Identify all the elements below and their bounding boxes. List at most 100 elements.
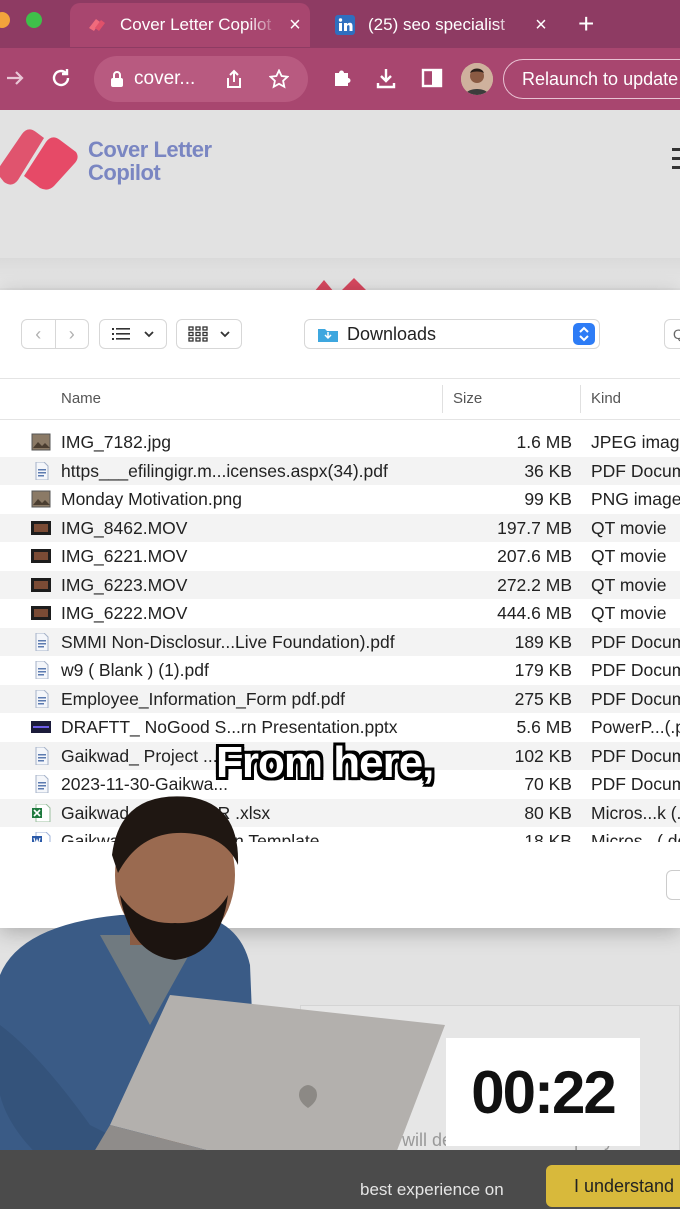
file-kind: PDF Document (591, 774, 680, 794)
file-row[interactable]: IMG_6221.MOV 207.6 MB QT movie (0, 542, 680, 571)
image-file-icon (31, 490, 51, 508)
file-row[interactable]: IMG_7182.jpg 1.6 MB JPEG image (0, 428, 680, 457)
chevron-down-icon (220, 331, 230, 338)
tab-title: (25) seo specialist (368, 15, 506, 34)
video-caption: From here, (216, 738, 434, 787)
file-kind: QT movie (591, 574, 667, 595)
downloads-folder-icon (318, 328, 338, 342)
file-name: Monday Motivation.png (61, 489, 242, 509)
cookie-accept-button[interactable]: I understand (546, 1165, 680, 1207)
dialog-footer-button[interactable] (666, 870, 680, 900)
download-icon[interactable] (372, 62, 400, 94)
profile-avatar[interactable] (461, 63, 493, 95)
column-header-size[interactable]: Size (453, 390, 482, 407)
pdf-file-icon (31, 461, 51, 480)
file-row[interactable]: w9 ( Blank ) (1).pdf 179 KB PDF Document (0, 656, 680, 685)
minimize-window-button[interactable] (0, 12, 10, 28)
file-row[interactable]: IMG_8462.MOV 197.7 MB QT movie (0, 513, 680, 542)
file-name: IMG_6223.MOV (61, 574, 188, 595)
movie-file-icon (31, 576, 51, 594)
list-view-button[interactable] (99, 319, 167, 349)
cookie-consent-text: best experience on (360, 1180, 504, 1199)
image-file-icon (31, 433, 51, 451)
linkedin-favicon-icon (335, 15, 355, 35)
pdf-file-icon (31, 774, 51, 794)
pdf-file-icon (31, 632, 51, 651)
file-name: 2023-11-30-Gaikwa... (61, 774, 228, 794)
file-size: 179 KB (514, 660, 572, 680)
column-header-name[interactable]: Name (61, 390, 101, 407)
file-kind: PDF Document (591, 745, 680, 766)
file-kind: Micros...(.docx) (591, 831, 680, 842)
file-row[interactable]: SMMI Non-Disclosur...Live Foundation).pd… (0, 627, 680, 656)
file-kind: PNG image (591, 489, 680, 509)
file-name: IMG_6222.MOV (61, 603, 188, 623)
hamburger-menu-icon[interactable] (672, 148, 680, 170)
file-size: 189 KB (514, 631, 572, 652)
file-size: 5.6 MB (516, 717, 572, 737)
file-row[interactable]: Monday Motivation.png 99 KB PNG image (0, 485, 680, 514)
movie-file-icon (31, 604, 51, 622)
back-forward-buttons: ‹ › (21, 319, 89, 349)
file-kind: QT movie (591, 517, 667, 538)
file-size: 275 KB (514, 688, 572, 709)
file-size: 272.2 MB (497, 574, 572, 595)
grid-view-button[interactable] (176, 319, 242, 349)
grid-view-icon (188, 326, 208, 342)
file-kind: QT movie (591, 546, 667, 566)
location-popup[interactable]: Downloads (304, 319, 600, 349)
forward-arrow-icon[interactable] (0, 62, 30, 94)
file-name: IMG_8462.MOV (61, 517, 188, 538)
file-name: https___efilingigr.m...icenses.aspx(34).… (61, 460, 388, 481)
relaunch-to-update-button[interactable]: Relaunch to update (503, 59, 680, 99)
location-name: Downloads (347, 323, 437, 344)
file-name: DRAFTT_ NoGood S...rn Presentation.pptx (61, 717, 398, 737)
extensions-puzzle-icon[interactable] (328, 62, 356, 94)
pdf-file-icon (31, 746, 51, 765)
file-row[interactable]: IMG_6223.MOV 272.2 MB QT movie (0, 570, 680, 599)
file-name: SMMI Non-Disclosur...Live Foundation).pd… (61, 631, 395, 652)
file-row[interactable]: Employee_Information_Form pdf.pdf 275 KB P… (0, 684, 680, 713)
search-field[interactable]: Q (664, 319, 680, 349)
logo-line-1: Cover Letter (88, 137, 212, 162)
file-name: Gaikwad_ Project ... (61, 745, 218, 766)
cover-letter-copilot-logo-icon (0, 129, 78, 190)
file-row[interactable]: IMG_6222.MOV 444.6 MB QT movie (0, 599, 680, 628)
file-size: 1.6 MB (516, 432, 572, 452)
file-kind: PDF Document (591, 660, 680, 680)
close-tab-icon[interactable]: × (280, 14, 310, 37)
bookmark-star-icon[interactable] (269, 69, 290, 89)
file-kind: PDF Document (591, 631, 680, 652)
share-icon[interactable] (225, 69, 243, 89)
maximize-window-button[interactable] (26, 12, 42, 28)
file-size: 102 KB (514, 745, 572, 766)
column-header-kind[interactable]: Kind (591, 390, 621, 407)
up-down-stepper-icon[interactable] (573, 323, 595, 345)
new-tab-button[interactable]: + (578, 8, 594, 40)
tab-linkedin-search[interactable]: (25) seo specialist × (318, 3, 556, 47)
file-size: 444.6 MB (497, 603, 572, 623)
file-kind: PowerP...(.pptx) (591, 717, 680, 737)
file-row[interactable]: https___efilingigr.m...icenses.aspx(34).… (0, 456, 680, 485)
cover-letter-copilot-favicon-icon (89, 19, 105, 31)
sidebar-panel-icon[interactable] (418, 62, 446, 94)
site-logo-text[interactable]: Cover Letter Copilot (88, 138, 212, 184)
file-kind: QT movie (591, 603, 667, 623)
chevron-down-icon (144, 331, 154, 338)
file-size: 36 KB (524, 460, 572, 481)
list-view-icon (112, 328, 130, 340)
file-size: 197.7 MB (497, 517, 572, 538)
tab-cover-letter-copilot[interactable]: Cover Letter Copilot × (70, 3, 310, 47)
file-size: 99 KB (524, 489, 572, 509)
file-name: IMG_7182.jpg (61, 432, 171, 452)
reload-icon[interactable] (46, 62, 76, 94)
logo-line-2: Copilot (88, 160, 161, 185)
address-bar[interactable]: cover... (94, 56, 308, 102)
browser-tab-bar: Cover Letter Copilot × (25) seo speciali… (0, 0, 680, 48)
forward-chevron-icon[interactable]: › (56, 320, 89, 348)
lock-icon (111, 71, 123, 87)
close-tab-icon[interactable]: × (526, 14, 556, 37)
back-chevron-icon[interactable]: ‹ (22, 320, 56, 348)
file-size: 70 KB (524, 774, 572, 794)
file-size: 80 KB (524, 802, 572, 823)
